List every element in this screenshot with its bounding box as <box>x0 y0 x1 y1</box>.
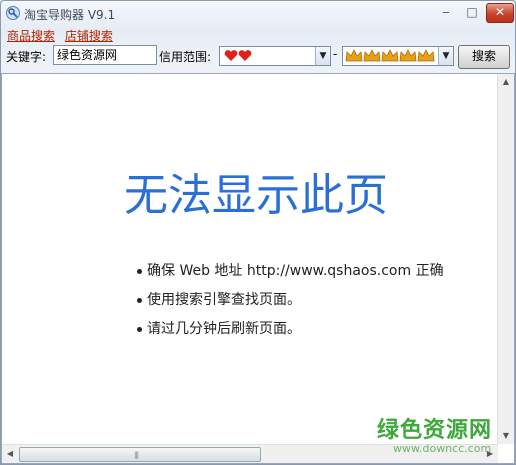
watermark-url: www.downcc.com <box>393 442 492 455</box>
watermark: 绿色资源网 www.downcc.com <box>377 412 492 455</box>
search-toolbar: 关键字: 信用范围: ▼ - ▼ 搜索 <box>1 44 515 69</box>
list-item: 请过几分钟后刷新页面。 <box>137 315 444 344</box>
scroll-down-arrow-icon[interactable]: ▼ <box>498 428 514 444</box>
title-bar[interactable]: 淘宝导购器 V9.1 ‒ □ ✕ <box>1 1 515 25</box>
credit-max-select[interactable]: ▼ <box>342 46 454 66</box>
window-title: 淘宝导购器 V9.1 <box>24 8 116 22</box>
minimize-button[interactable]: ‒ <box>434 3 458 21</box>
browser-view[interactable]: 无法显示此页 确保 Web 地址 http://www.qshaos.com 正… <box>1 73 515 464</box>
list-item: 确保 Web 地址 http://www.qshaos.com 正确 <box>137 257 444 286</box>
credit-range-label: 信用范围: <box>159 50 212 64</box>
chevron-down-icon[interactable]: ▼ <box>438 47 453 65</box>
crown-icon <box>345 49 435 62</box>
keyword-label: 关键字: <box>6 50 47 64</box>
heart-icon <box>224 50 252 61</box>
grip-icon: ||| <box>134 451 139 459</box>
keyword-input[interactable] <box>53 45 157 65</box>
scroll-up-arrow-icon[interactable]: ▲ <box>498 74 514 90</box>
error-page-title: 无法显示此页 <box>124 170 388 221</box>
list-item: 使用搜索引擎查找页面。 <box>137 286 444 315</box>
tab-shop-search[interactable]: 店铺搜索 <box>65 29 113 43</box>
maximize-button[interactable]: □ <box>460 3 484 21</box>
tab-product-search[interactable]: 商品搜索 <box>7 29 55 43</box>
search-button[interactable]: 搜索 <box>458 45 510 69</box>
vertical-scrollbar[interactable]: ▲ ▼ <box>497 74 514 444</box>
chevron-down-icon[interactable]: ▼ <box>315 47 330 65</box>
app-window: 淘宝导购器 V9.1 ‒ □ ✕ 商品搜索 店铺搜索 关键字: 信用范围: ▼ … <box>0 0 516 465</box>
close-button[interactable]: ✕ <box>486 3 514 23</box>
search-mode-tabs: 商品搜索 店铺搜索 <box>7 27 119 44</box>
scroll-left-arrow-icon[interactable]: ◀ <box>2 445 18 463</box>
range-separator: - <box>333 47 338 61</box>
horizontal-scroll-thumb[interactable]: ||| <box>19 447 261 462</box>
watermark-logo: 绿色资源网 <box>377 418 493 443</box>
error-suggestions: 确保 Web 地址 http://www.qshaos.com 正确 使用搜索引… <box>137 257 444 344</box>
credit-min-select[interactable]: ▼ <box>219 46 331 66</box>
app-icon <box>6 6 20 20</box>
